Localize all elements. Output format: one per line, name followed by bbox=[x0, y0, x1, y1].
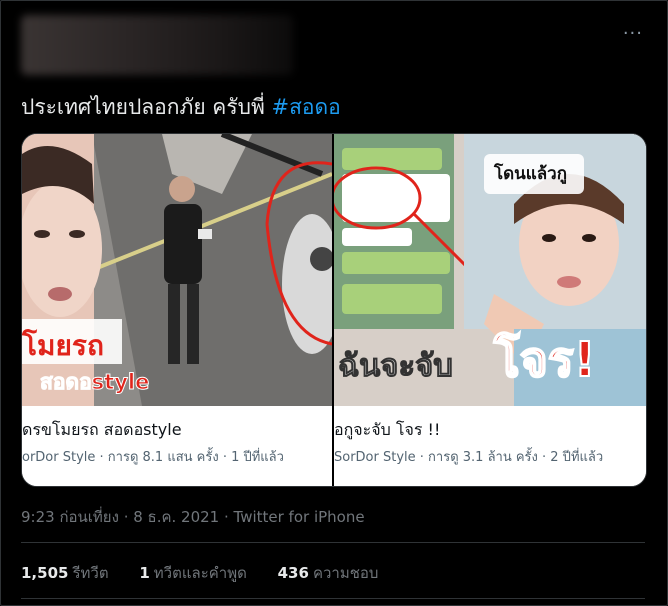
video-title-1[interactable]: ดรขโมยรถ สอดอstyle bbox=[22, 418, 182, 443]
overlay-subtitle-2: โจร! bbox=[493, 331, 597, 389]
likes-count: 436 bbox=[277, 564, 309, 582]
tweet-timestamp[interactable]: 9:23 ก่อนเที่ยง · 8 ธ.ค. 2021 · Twitter … bbox=[21, 505, 365, 529]
divider-line bbox=[21, 542, 645, 543]
likes-label: ความชอบ bbox=[312, 564, 379, 582]
author-blurred bbox=[21, 15, 293, 75]
video-card-1[interactable]: โมยรถ สอดอstyle ดรขโมยรถ สอดอstyle orDor… bbox=[22, 134, 332, 486]
likes-stat[interactable]: 436 ความชอบ bbox=[278, 564, 379, 582]
hashtag-link[interactable]: #สอดอ bbox=[271, 95, 340, 119]
divider-line-bottom bbox=[21, 598, 645, 599]
video-title-2[interactable]: อกูจะจับ โจร !! bbox=[334, 418, 440, 443]
tweet-body: ประเทศไทยปลอกภัย ครับพี่ bbox=[21, 95, 272, 119]
quotes-count: 1 bbox=[139, 564, 150, 582]
retweets-stat[interactable]: 1,505 รีทวีต bbox=[21, 564, 109, 582]
tweet-text: ประเทศไทยปลอกภัย ครับพี่ #สอดอ bbox=[21, 91, 341, 124]
video-card-2[interactable]: ฉันจะจับ โจร! โดนแล้วกู อกูจะจับ โจร !! … bbox=[334, 134, 646, 486]
retweets-count: 1,505 bbox=[21, 564, 69, 582]
video-meta-2: SorDor Style · การดู 3.1 ล้าน ครั้ง · 2 … bbox=[334, 450, 604, 465]
quotes-label: ทวีตและคำพูด bbox=[153, 564, 247, 582]
overlay-subtitle-1: สอดอstyle bbox=[39, 370, 150, 395]
overlay-title-1: โมยรถ bbox=[22, 329, 104, 362]
overlay-title-2: ฉันจะจับ bbox=[338, 348, 454, 385]
video-meta-1: orDor Style · การดู 8.1 แสน ครั้ง · 1 ปี… bbox=[22, 450, 284, 465]
more-dots-icon[interactable]: ··· bbox=[623, 23, 643, 44]
video-thumbnail-2: ฉันจะจับ โจร! โดนแล้วกู bbox=[334, 134, 646, 406]
retweets-label: รีทวีต bbox=[72, 564, 109, 582]
tweet-stats: 1,505 รีทวีต 1 ทวีตและคำพูด 436 ความชอบ bbox=[21, 561, 404, 585]
tweet: ··· ประเทศไทยปลอกภัย ครับพี่ #สอดอ โมยรถ… bbox=[0, 0, 668, 606]
video-cards: โมยรถ สอดอstyle ดรขโมยรถ สอดอstyle orDor… bbox=[21, 133, 647, 487]
card-divider bbox=[332, 134, 334, 486]
overlay-caption-2: โดนแล้วกู bbox=[494, 164, 568, 184]
quotes-stat[interactable]: 1 ทวีตและคำพูด bbox=[139, 564, 247, 582]
video-thumbnail-1: โมยรถ สอดอstyle bbox=[22, 134, 332, 406]
